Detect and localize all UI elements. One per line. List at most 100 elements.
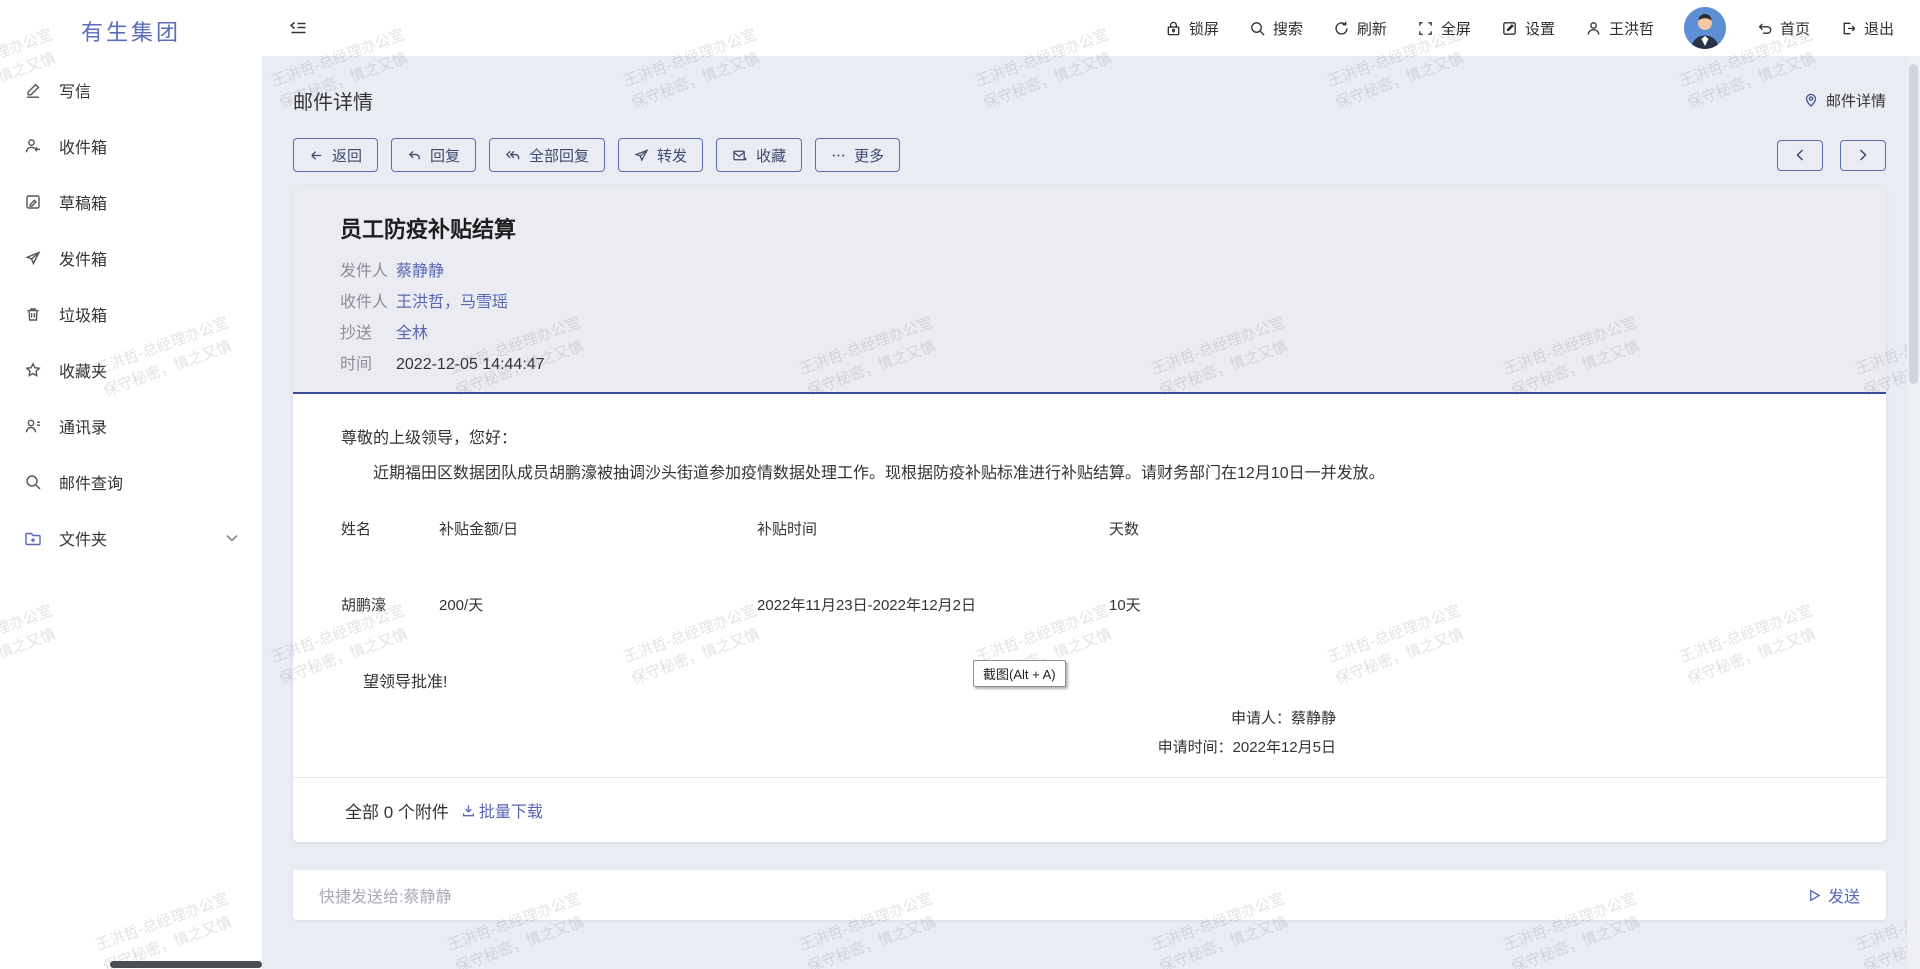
sidebar-item-label: 垃圾箱 <box>59 302 107 326</box>
content-area: 邮件详情 邮件详情 返回 回复 全部回复 <box>262 56 1920 969</box>
sidebar-item-compose[interactable]: 写信 <box>0 62 262 118</box>
search-icon <box>24 473 42 491</box>
back-button[interactable]: 返回 <box>293 138 378 172</box>
reply-icon <box>407 148 422 163</box>
col-header-period: 补贴时间 <box>757 508 1109 548</box>
logout-button[interactable]: 退出 <box>1840 18 1894 39</box>
search-label: 搜索 <box>1273 18 1303 39</box>
refresh-icon <box>1333 20 1350 37</box>
sidebar-item-inbox[interactable]: 收件箱 <box>0 118 262 174</box>
star-icon <box>24 361 42 379</box>
draft-icon <box>24 193 42 211</box>
vertical-scrollbar[interactable] <box>1907 56 1920 969</box>
settings-button[interactable]: 设置 <box>1501 18 1555 39</box>
current-user[interactable]: 王洪哲 <box>1585 18 1654 39</box>
user-avatar[interactable] <box>1684 7 1726 49</box>
refresh-button[interactable]: 刷新 <box>1333 18 1387 39</box>
to-value[interactable]: 王洪哲，马雪瑶 <box>396 287 508 318</box>
app-window: 有生集团 写信 收件箱 草稿箱 发件箱 垃圾箱 收藏夹 通讯录 <box>0 0 1920 969</box>
main-area: 锁屏 搜索 刷新 全屏 设置 <box>262 0 1920 969</box>
lock-icon <box>1165 20 1182 37</box>
mail-detail-card: 员工防疫补贴结算 发件人 蔡静静 收件人 王洪哲，马雪瑶 抄送 全林 时间 <box>293 187 1886 842</box>
sidebar-item-label: 文件夹 <box>59 526 107 550</box>
time-label: 时间 <box>340 349 396 380</box>
screenshot-tooltip: 截图(Alt + A) <box>973 660 1066 687</box>
lock-screen-label: 锁屏 <box>1189 18 1219 39</box>
from-value[interactable]: 蔡静静 <box>396 256 444 287</box>
mail-cc-row: 抄送 全林 <box>340 318 1846 349</box>
more-button[interactable]: 更多 <box>815 138 900 172</box>
cell-days: 10天 <box>1109 548 1239 660</box>
mail-header: 员工防疫补贴结算 发件人 蔡静静 收件人 王洪哲，马雪瑶 抄送 全林 时间 <box>293 187 1886 394</box>
company-logo: 有生集团 <box>0 0 262 62</box>
mail-from-row: 发件人 蔡静静 <box>340 256 1846 287</box>
forward-button[interactable]: 转发 <box>618 138 703 172</box>
col-header-name: 姓名 <box>341 508 439 548</box>
search-button[interactable]: 搜索 <box>1249 18 1303 39</box>
time-value: 2022-12-05 14:44:47 <box>396 349 545 380</box>
inbox-person-icon <box>24 137 42 155</box>
sidebar-item-label: 通讯录 <box>59 414 107 438</box>
reply-label: 回复 <box>430 145 460 166</box>
sidebar-item-drafts[interactable]: 草稿箱 <box>0 174 262 230</box>
ellipsis-icon <box>831 148 846 163</box>
lock-screen-button[interactable]: 锁屏 <box>1165 18 1219 39</box>
mail-toolbar: 返回 回复 全部回复 转发 收藏 <box>293 138 1886 172</box>
cell-period: 2022年11月23日-2022年12月2日 <box>757 548 1109 660</box>
sidebar-item-label: 邮件查询 <box>59 470 123 494</box>
page-title: 邮件详情 <box>293 86 373 115</box>
cc-label: 抄送 <box>340 318 396 349</box>
sidebar-item-label: 收藏夹 <box>59 358 107 382</box>
location-pin-icon <box>1803 92 1819 108</box>
topbar-actions: 锁屏 搜索 刷新 全屏 设置 <box>1165 7 1894 49</box>
table-row: 胡鹏濠 200/天 2022年11月23日-2022年12月2日 10天 <box>341 548 1239 660</box>
refresh-label: 刷新 <box>1357 18 1387 39</box>
mail-greeting: 尊敬的上级领导，您好： <box>341 424 1839 448</box>
fullscreen-button[interactable]: 全屏 <box>1417 18 1471 39</box>
home-label: 首页 <box>1780 18 1810 39</box>
mail-paragraph: 近期福田区数据团队成员胡鹏濠被抽调沙头街道参加疫情数据处理工作。现根据防疫补贴标… <box>341 462 1839 486</box>
sidebar-item-contacts[interactable]: 通讯录 <box>0 398 262 454</box>
settings-label: 设置 <box>1525 18 1555 39</box>
reply-all-button[interactable]: 全部回复 <box>489 138 605 172</box>
table-header-row: 姓名 补贴金额/日 补贴时间 天数 <box>341 508 1239 548</box>
collapse-sidebar-icon[interactable] <box>288 19 308 37</box>
person-icon <box>1585 20 1602 37</box>
search-icon <box>1249 20 1266 37</box>
send-button[interactable]: 发送 <box>1807 883 1860 907</box>
sidebar-item-favorites[interactable]: 收藏夹 <box>0 342 262 398</box>
favorite-button[interactable]: 收藏 <box>716 138 802 172</box>
sidebar-item-label: 写信 <box>59 78 91 102</box>
quick-send-input[interactable]: 快捷发送给:蔡静静 <box>319 883 451 907</box>
quick-send-bar: 快捷发送给:蔡静静 发送 <box>293 870 1886 920</box>
favorite-label: 收藏 <box>756 145 786 166</box>
home-button[interactable]: 首页 <box>1756 18 1810 39</box>
horizontal-scrollbar-thumb[interactable] <box>110 961 262 968</box>
sidebar-item-sent[interactable]: 发件箱 <box>0 230 262 286</box>
sidebar-item-mail-search[interactable]: 邮件查询 <box>0 454 262 510</box>
batch-download-button[interactable]: 批量下载 <box>461 798 543 822</box>
reply-all-label: 全部回复 <box>529 145 589 166</box>
more-label: 更多 <box>854 145 884 166</box>
paper-plane-icon <box>24 249 42 267</box>
next-mail-button[interactable] <box>1840 140 1886 171</box>
prev-mail-button[interactable] <box>1777 140 1823 171</box>
to-label: 收件人 <box>340 287 396 318</box>
fullscreen-label: 全屏 <box>1441 18 1471 39</box>
sidebar: 有生集团 写信 收件箱 草稿箱 发件箱 垃圾箱 收藏夹 通讯录 <box>0 0 262 969</box>
forward-plane-icon <box>634 148 649 163</box>
from-label: 发件人 <box>340 256 396 287</box>
attachments-row: 全部 0 个附件 批量下载 <box>293 777 1886 842</box>
sidebar-item-label: 收件箱 <box>59 134 107 158</box>
sidebar-item-trash[interactable]: 垃圾箱 <box>0 286 262 342</box>
reply-button[interactable]: 回复 <box>391 138 476 172</box>
mail-star-icon <box>732 148 748 163</box>
cell-name: 胡鹏濠 <box>341 548 439 660</box>
sidebar-item-label: 发件箱 <box>59 246 107 270</box>
breadcrumb: 邮件详情 <box>1803 90 1886 111</box>
vertical-scrollbar-thumb[interactable] <box>1909 64 1918 384</box>
mail-body: 尊敬的上级领导，您好： 近期福田区数据团队成员胡鹏濠被抽调沙头街道参加疫情数据处… <box>293 394 1886 777</box>
sidebar-item-folders[interactable]: 文件夹 <box>0 510 262 566</box>
cc-value[interactable]: 全林 <box>396 318 428 349</box>
mail-closing: 望领导批准! <box>363 668 1839 692</box>
